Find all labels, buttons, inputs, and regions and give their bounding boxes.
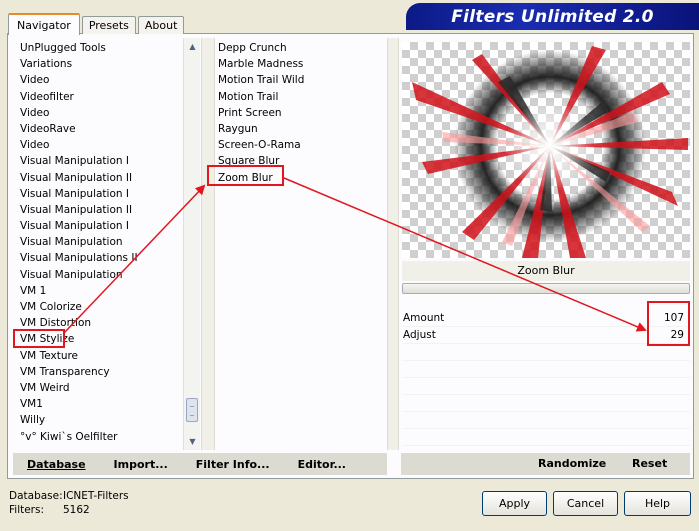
filters-count-label: Filters:	[9, 504, 45, 516]
category-list-item[interactable]: VideoRave	[18, 121, 183, 137]
app-title: Filters Unlimited 2.0	[451, 6, 654, 27]
filter-list-item[interactable]: Depp Crunch	[216, 40, 386, 56]
category-list-item[interactable]: Visual Manipulation I	[18, 218, 183, 234]
category-list-item[interactable]: Visual Manipulation II	[18, 170, 183, 186]
category-list-item[interactable]: Videofilter	[18, 89, 183, 105]
scroll-up-icon[interactable]: ▲	[184, 38, 201, 55]
annotation-box-category	[13, 329, 65, 348]
apply-button[interactable]: Apply	[482, 491, 547, 516]
annotation-box-values	[647, 301, 690, 346]
zoom-blur-preview-graphic	[412, 46, 688, 258]
filter-list[interactable]: Depp Crunch Marble Madness Motion Trail Wi…	[216, 40, 386, 448]
progress-bar	[402, 283, 690, 294]
filter-list-item[interactable]: Marble Madness	[216, 56, 386, 72]
category-list-item[interactable]: Visual Manipulation I	[18, 153, 183, 169]
category-list-item[interactable]: VM Colorize	[18, 299, 183, 315]
help-button[interactable]: Help	[624, 491, 691, 516]
tab-about[interactable]: About	[137, 16, 185, 34]
category-list-item[interactable]: Video	[18, 105, 183, 121]
empty-param-row	[402, 344, 690, 361]
database-label: Database:	[9, 490, 63, 502]
empty-param-row	[402, 395, 690, 412]
filter-preview-image	[402, 42, 690, 258]
annotation-box-filter	[207, 165, 284, 186]
category-list-item[interactable]: VM Weird	[18, 380, 183, 396]
filter-list-item[interactable]: Print Screen	[216, 105, 386, 121]
filter-info-button[interactable]: Filter Info...	[182, 458, 284, 471]
category-scrollbar[interactable]: ▲ ▼	[183, 38, 200, 450]
empty-param-row	[402, 361, 690, 378]
empty-param-row	[402, 429, 690, 446]
scroll-down-icon[interactable]: ▼	[184, 433, 201, 450]
database-value: ICNET-Filters	[63, 490, 129, 502]
status-area: Database: ICNET-Filters Filters: 5162	[9, 489, 129, 517]
category-list-item[interactable]: VM1	[18, 396, 183, 412]
tab-presets[interactable]: Presets	[81, 16, 136, 34]
panel-divider	[387, 38, 399, 450]
category-list-item[interactable]: Willy	[18, 412, 183, 428]
category-list-item[interactable]: Visual Manipulation I	[18, 186, 183, 202]
tab-navigator[interactable]: Navigator	[8, 13, 80, 35]
category-list[interactable]: UnPlugged Tools Variations Video Videofilte…	[18, 40, 183, 448]
category-list-item[interactable]: VM 1	[18, 283, 183, 299]
editor-button[interactable]: Editor...	[284, 458, 360, 471]
category-list-item[interactable]: Video	[18, 137, 183, 153]
tab-bar: Navigator Presets About	[8, 12, 186, 35]
database-button[interactable]: Database	[13, 458, 100, 471]
category-list-item[interactable]: Visual Manipulation II	[18, 202, 183, 218]
title-banner: Filters Unlimited 2.0	[406, 3, 699, 30]
filter-list-item[interactable]: Raygun	[216, 121, 386, 137]
category-list-item[interactable]: Visual Manipulations II	[18, 250, 183, 266]
category-list-item[interactable]: Video	[18, 72, 183, 88]
category-list-item[interactable]: Visual Manipulation	[18, 267, 183, 283]
empty-param-row	[402, 378, 690, 395]
navigator-toolbar: Database Import... Filter Info... Editor…	[13, 453, 387, 475]
filter-list-item[interactable]: Screen-O-Rama	[216, 137, 386, 153]
category-list-item[interactable]: Variations	[18, 56, 183, 72]
import-button[interactable]: Import...	[100, 458, 182, 471]
filters-count-value: 5162	[63, 504, 90, 516]
filter-list-item[interactable]: Motion Trail	[216, 89, 386, 105]
category-list-item[interactable]: Visual Manipulation	[18, 234, 183, 250]
category-list-item[interactable]: VM Texture	[18, 348, 183, 364]
panel-divider	[201, 38, 215, 450]
empty-param-row	[402, 412, 690, 429]
reset-button[interactable]: Reset	[632, 453, 667, 475]
category-list-item[interactable]: °v° Kiwi`s Oelfilter	[18, 429, 183, 445]
category-list-item[interactable]: UnPlugged Tools	[18, 40, 183, 56]
param-label: Amount	[403, 312, 445, 324]
param-label: Adjust	[403, 329, 436, 341]
preview-toolbar: Randomize Reset	[401, 453, 690, 475]
preview-filter-name: Zoom Blur	[402, 261, 690, 281]
category-list-item[interactable]: VM Transparency	[18, 364, 183, 380]
scrollbar-thumb[interactable]	[186, 398, 198, 422]
filter-list-item[interactable]: Motion Trail Wild	[216, 72, 386, 88]
cancel-button[interactable]: Cancel	[553, 491, 618, 516]
randomize-button[interactable]: Randomize	[538, 453, 606, 475]
